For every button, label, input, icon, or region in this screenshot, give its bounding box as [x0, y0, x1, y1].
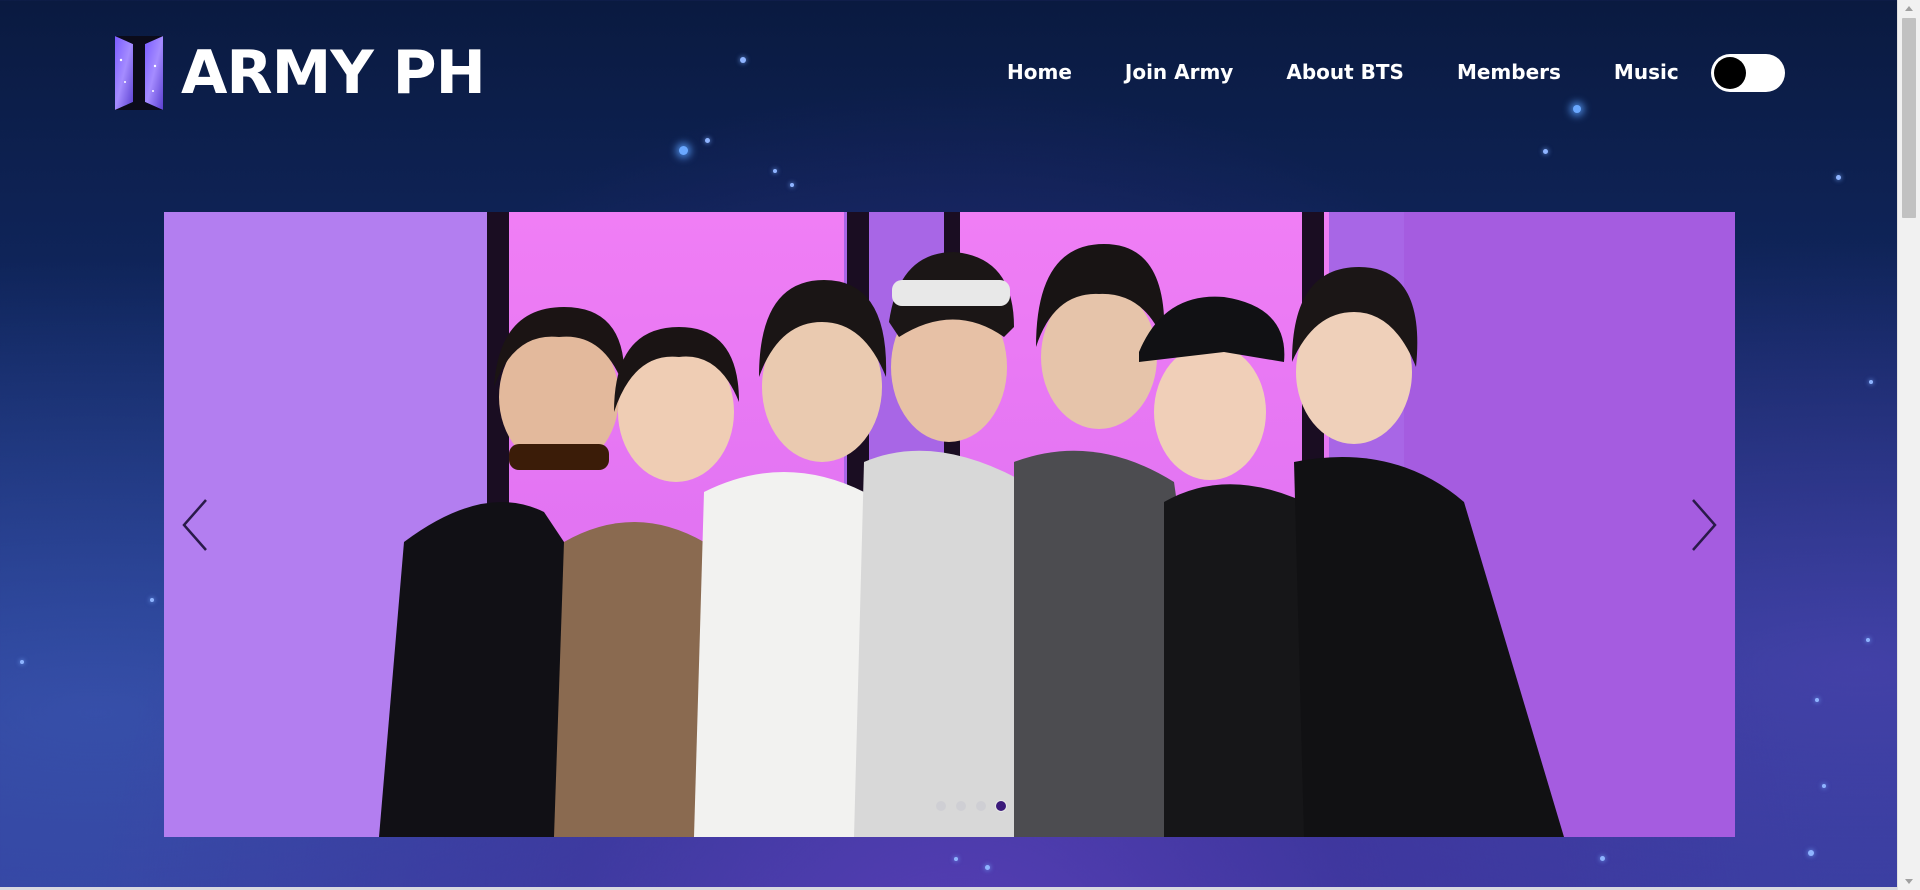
- dark-mode-toggle[interactable]: [1711, 54, 1785, 92]
- vertical-scrollbar[interactable]: [1897, 0, 1920, 890]
- bts-group-photo: [164, 212, 1735, 837]
- carousel-next-button[interactable]: [1683, 495, 1723, 555]
- carousel-dot-3[interactable]: [976, 801, 986, 811]
- chevron-right-icon: [1692, 499, 1717, 551]
- carousel-indicators: [936, 801, 1006, 811]
- nav-home[interactable]: Home: [1007, 58, 1072, 86]
- scroll-up-arrow[interactable]: [1898, 0, 1920, 18]
- nav-about-bts[interactable]: About BTS: [1286, 58, 1404, 86]
- group-figures: [379, 244, 1564, 837]
- hero-carousel: [164, 212, 1735, 837]
- scroll-down-arrow[interactable]: [1898, 872, 1920, 890]
- main-nav: Home Join Army About BTS Members Music: [1007, 58, 1679, 86]
- nav-join-army[interactable]: Join Army: [1125, 58, 1233, 86]
- brand-name[interactable]: ARMY PH: [181, 33, 486, 113]
- logo-emblem: [115, 36, 163, 110]
- carousel-dot-2[interactable]: [956, 801, 966, 811]
- nav-music[interactable]: Music: [1614, 58, 1679, 86]
- scroll-thumb[interactable]: [1902, 18, 1916, 218]
- site-header: ARMY PH Home Join Army About BTS Members…: [0, 0, 1898, 150]
- carousel-dot-1[interactable]: [936, 801, 946, 811]
- nav-members[interactable]: Members: [1457, 58, 1561, 86]
- caret-down-icon: [1905, 879, 1913, 884]
- toggle-knob: [1714, 57, 1746, 89]
- carousel-prev-button[interactable]: [176, 495, 216, 555]
- caret-up-icon: [1905, 6, 1913, 11]
- bts-logo-icon[interactable]: [115, 36, 163, 110]
- carousel-dot-4[interactable]: [996, 801, 1006, 811]
- chevron-left-icon: [182, 499, 207, 551]
